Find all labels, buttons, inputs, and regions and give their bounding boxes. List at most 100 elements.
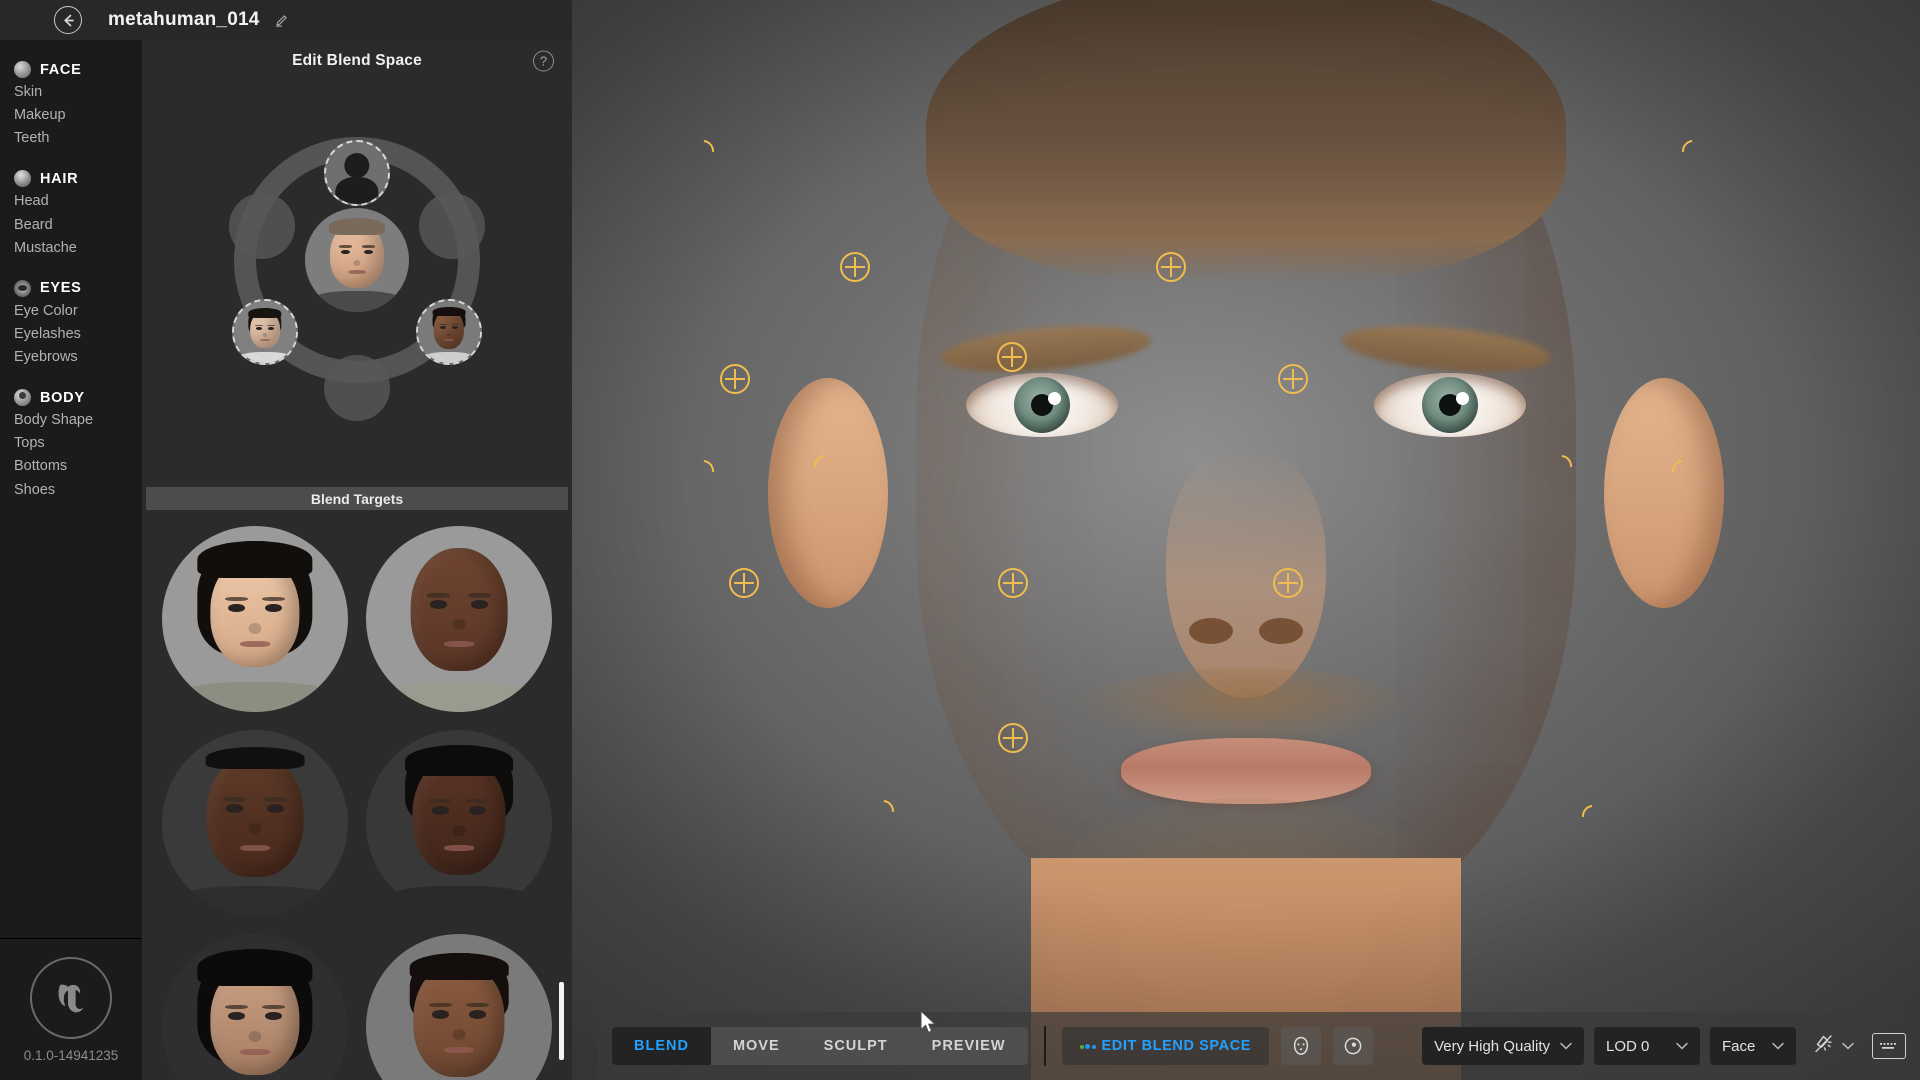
sidebar-item-body-shape[interactable]: Body Shape — [0, 409, 142, 432]
sculpt-marker-3[interactable] — [720, 364, 750, 394]
blend-target-cell — [366, 934, 552, 1080]
blend-space-center-node[interactable] — [305, 208, 409, 312]
question-mark-icon[interactable]: ? — [533, 50, 554, 72]
quality-dropdown[interactable]: Very High Quality — [1422, 1027, 1584, 1065]
metahuman-creator-app: metahuman_014 FACE Skin Makeup Teeth HAIR Hea… — [0, 0, 1920, 1080]
blend-target-cell — [162, 526, 348, 712]
eye-right — [1374, 373, 1526, 438]
chevron-down-icon — [1560, 1042, 1572, 1050]
mode-tab-blend[interactable]: BLEND — [612, 1027, 711, 1065]
face-thumbnail — [366, 526, 552, 712]
mode-tab-group[interactable]: BLEND MOVE SCULPT PREVIEW — [612, 1027, 1028, 1065]
sidebar-item-skin[interactable]: Skin — [0, 81, 142, 104]
metahuman-head-render — [768, 0, 1724, 1080]
category-label: EYES — [40, 280, 82, 297]
blend-slot-top[interactable] — [324, 140, 390, 206]
face-thumbnail — [162, 934, 348, 1080]
face-outline-icon[interactable] — [1281, 1027, 1322, 1065]
sidebar-item-shoes[interactable]: Shoes — [0, 479, 142, 502]
ear-right — [1604, 378, 1724, 609]
sidebar-item-bottoms[interactable]: Bottoms — [0, 455, 142, 478]
category-header-eyes[interactable]: EYES — [0, 277, 142, 300]
chevron-down-icon — [1842, 1042, 1854, 1050]
blend-slot-lower-right[interactable] — [416, 299, 482, 365]
eye-glint-left — [1047, 391, 1061, 405]
sidebar-item-beard[interactable]: Beard — [0, 214, 142, 237]
sidebar-item-eyelashes[interactable]: Eyelashes — [0, 323, 142, 346]
sculpt-marker-7[interactable] — [998, 568, 1028, 598]
blend-slot-upper-right[interactable] — [419, 193, 485, 259]
sidebar-item-tops[interactable]: Tops — [0, 432, 142, 455]
edit-blend-space-button[interactable]: EDIT BLEND SPACE — [1061, 1027, 1270, 1065]
mode-tab-preview[interactable]: PREVIEW — [910, 1027, 1028, 1065]
category-group-eyes: EYES Eye Color Eyelashes Eyebrows — [0, 277, 142, 369]
category-header-body[interactable]: BODY — [0, 386, 142, 409]
sidebar-item-eye-color[interactable]: Eye Color — [0, 300, 142, 323]
sculpt-marker-5[interactable] — [1278, 364, 1308, 394]
lod-dropdown[interactable]: LOD 0 — [1594, 1027, 1700, 1065]
sidebar-item-eyebrows[interactable]: Eyebrows — [0, 346, 142, 369]
nostril-left — [1189, 618, 1233, 645]
category-label: FACE — [40, 61, 82, 78]
category-sidebar[interactable]: FACE Skin Makeup Teeth HAIR Head Beard Mustache… — [0, 40, 142, 1080]
blend-target-1[interactable] — [162, 526, 348, 712]
blend-target-5[interactable] — [162, 934, 348, 1080]
blend-target-cell — [162, 934, 348, 1080]
blend-target-6[interactable] — [366, 934, 552, 1080]
keyboard-shortcuts-icon[interactable] — [1872, 1033, 1906, 1059]
blend-target-4[interactable] — [366, 730, 552, 916]
panel-title: Edit Blend Space — [292, 52, 422, 69]
sculpt-marker-2[interactable] — [1156, 252, 1186, 282]
mode-tab-move[interactable]: MOVE — [711, 1027, 802, 1065]
face-thumbnail — [418, 301, 480, 363]
eye-left — [966, 373, 1118, 438]
category-header-hair[interactable]: HAIR — [0, 167, 142, 190]
panel-scrollbar-track[interactable] — [559, 520, 564, 1068]
sculpt-marker-8[interactable] — [1273, 568, 1303, 598]
blend-target-cell — [162, 730, 348, 916]
blend-slot-bottom[interactable] — [324, 355, 390, 421]
blend-slot-lower-left[interactable] — [232, 299, 298, 365]
lod-value: LOD 0 — [1606, 1037, 1650, 1055]
category-group-face: FACE Skin Makeup Teeth — [0, 58, 142, 150]
mode-tab-sculpt[interactable]: SCULPT — [802, 1027, 910, 1065]
face-icon — [14, 61, 31, 78]
category-group-body: BODY Body Shape Tops Bottoms Shoes — [0, 386, 142, 502]
sidebar-item-teeth[interactable]: Teeth — [0, 127, 142, 150]
blend-target-2[interactable] — [366, 526, 552, 712]
sculpt-marker-1[interactable] — [840, 252, 870, 282]
category-group-hair: HAIR Head Beard Mustache — [0, 167, 142, 259]
sidebar-item-mustache[interactable]: Mustache — [0, 237, 142, 260]
app-version: 0.1.0-14941235 — [23, 1047, 119, 1063]
face-thumbnail — [305, 208, 409, 312]
hair-render — [926, 0, 1566, 283]
mustache — [1081, 668, 1411, 747]
page-title: metahuman_014 — [108, 9, 260, 30]
blend-target-cell — [366, 730, 552, 916]
region-dropdown[interactable]: Face — [1710, 1027, 1796, 1065]
panel-scrollbar-thumb[interactable] — [559, 982, 564, 1060]
blend-targets-scroll-area[interactable] — [142, 510, 572, 1080]
sidebar-item-makeup[interactable]: Makeup — [0, 104, 142, 127]
blend-space-wheel[interactable] — [207, 110, 507, 421]
ear-left — [768, 378, 888, 609]
person-silhouette-icon — [326, 142, 388, 204]
3d-viewport[interactable] — [572, 0, 1920, 1080]
blend-space-dots-icon — [1079, 1043, 1096, 1049]
blend-targets-header: Blend Targets — [146, 487, 568, 510]
blend-target-3[interactable] — [162, 730, 348, 916]
lighting-preset-button[interactable] — [1804, 1027, 1862, 1065]
blend-space-wheel-area[interactable] — [142, 82, 572, 487]
back-arrow-icon[interactable] — [54, 6, 82, 34]
face-thumbnail — [162, 526, 348, 712]
sculpt-marker-4[interactable] — [997, 342, 1027, 372]
pencil-edit-icon[interactable] — [274, 13, 289, 28]
sculpt-marker-6[interactable] — [729, 568, 759, 598]
unreal-engine-logo — [30, 956, 112, 1039]
sculpt-marker-9[interactable] — [998, 723, 1028, 753]
blend-slot-upper-left[interactable] — [229, 193, 295, 259]
sidebar-item-head[interactable]: Head — [0, 190, 142, 213]
circle-dot-icon[interactable] — [1333, 1027, 1374, 1065]
nostril-right — [1259, 618, 1303, 645]
category-header-face[interactable]: FACE — [0, 58, 142, 81]
